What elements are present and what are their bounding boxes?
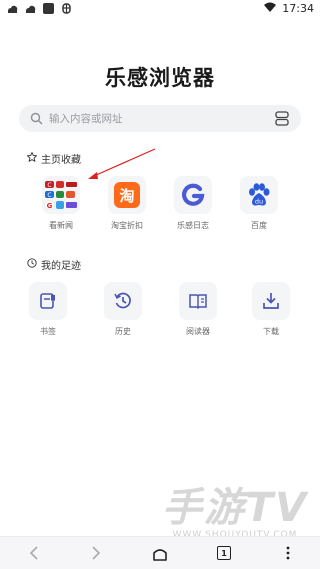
- g-logo-icon: [174, 176, 212, 214]
- status-right: 17:34: [264, 2, 314, 15]
- status-bar: 17:34: [0, 0, 320, 18]
- search-bar[interactable]: 输入内容或网址: [19, 105, 301, 132]
- news-grid-icon: C C G: [42, 176, 80, 214]
- status-left-icons: [6, 2, 73, 15]
- tabs-icon[interactable]: 1: [214, 543, 234, 563]
- favorite-item-diary[interactable]: 乐感日志: [163, 176, 223, 231]
- footprint-label: 历史: [115, 327, 131, 336]
- wifi-icon: [264, 2, 277, 15]
- bottom-nav-bar: 1: [0, 536, 320, 569]
- favorite-label: 乐感日志: [177, 221, 209, 230]
- footprint-label: 书签: [40, 327, 56, 336]
- star-icon: [26, 151, 38, 165]
- favorite-label: 看新闻: [49, 221, 73, 230]
- svg-text:du: du: [255, 198, 263, 206]
- news-tile-label: C: [47, 182, 51, 189]
- clock-icon: [27, 258, 37, 271]
- favorite-label: 淘宝折扣: [111, 221, 143, 230]
- baidu-paw-icon: du: [240, 176, 278, 214]
- footprint-item-bookmarks[interactable]: 书签: [18, 282, 78, 337]
- reader-icon: [179, 282, 217, 320]
- favorite-label: 百度: [251, 221, 267, 230]
- status-time: 17:34: [282, 2, 314, 15]
- forward-icon[interactable]: [86, 543, 106, 563]
- footprints-title: 我的足迹: [41, 261, 81, 272]
- favorite-item-taobao[interactable]: 淘 淘宝折扣: [97, 176, 157, 231]
- footprint-label: 下载: [263, 327, 279, 336]
- news-tile-label: C: [47, 192, 51, 199]
- home-icon[interactable]: [150, 543, 170, 563]
- browser-title: 乐感浏览器: [105, 66, 215, 90]
- footprints-header: 我的足迹: [27, 257, 81, 272]
- news-tile-label: G: [47, 202, 53, 210]
- download-icon: [252, 282, 290, 320]
- favorite-item-news[interactable]: C C G 看新闻: [31, 176, 91, 231]
- footprint-label: 阅读器: [186, 327, 210, 336]
- footprint-item-history[interactable]: 历史: [93, 282, 153, 337]
- footprint-item-reader[interactable]: 阅读器: [168, 282, 228, 337]
- watermark-main: 手游TV: [161, 485, 309, 531]
- favorites-header: 主页收藏: [26, 151, 81, 166]
- bookmark-icon: [29, 282, 67, 320]
- search-icon: [30, 112, 43, 125]
- taobao-glyph: 淘: [114, 182, 140, 208]
- tab-count: 1: [217, 546, 231, 560]
- more-icon[interactable]: [278, 543, 298, 563]
- weather-icon: [24, 2, 37, 15]
- weather-icon: [6, 2, 19, 15]
- history-icon: [104, 282, 142, 320]
- favorites-title: 主页收藏: [41, 155, 81, 166]
- favorite-item-baidu[interactable]: du 百度: [229, 176, 289, 231]
- scan-icon[interactable]: [275, 111, 289, 126]
- back-icon[interactable]: [24, 543, 44, 563]
- image-icon: [42, 2, 55, 15]
- watermark: 手游TV WWW.SHOUYOUTV.COM: [160, 488, 310, 540]
- footprint-item-downloads[interactable]: 下载: [241, 282, 301, 337]
- bug-icon: [60, 2, 73, 15]
- taobao-icon: 淘: [108, 176, 146, 214]
- search-input[interactable]: 输入内容或网址: [49, 111, 123, 126]
